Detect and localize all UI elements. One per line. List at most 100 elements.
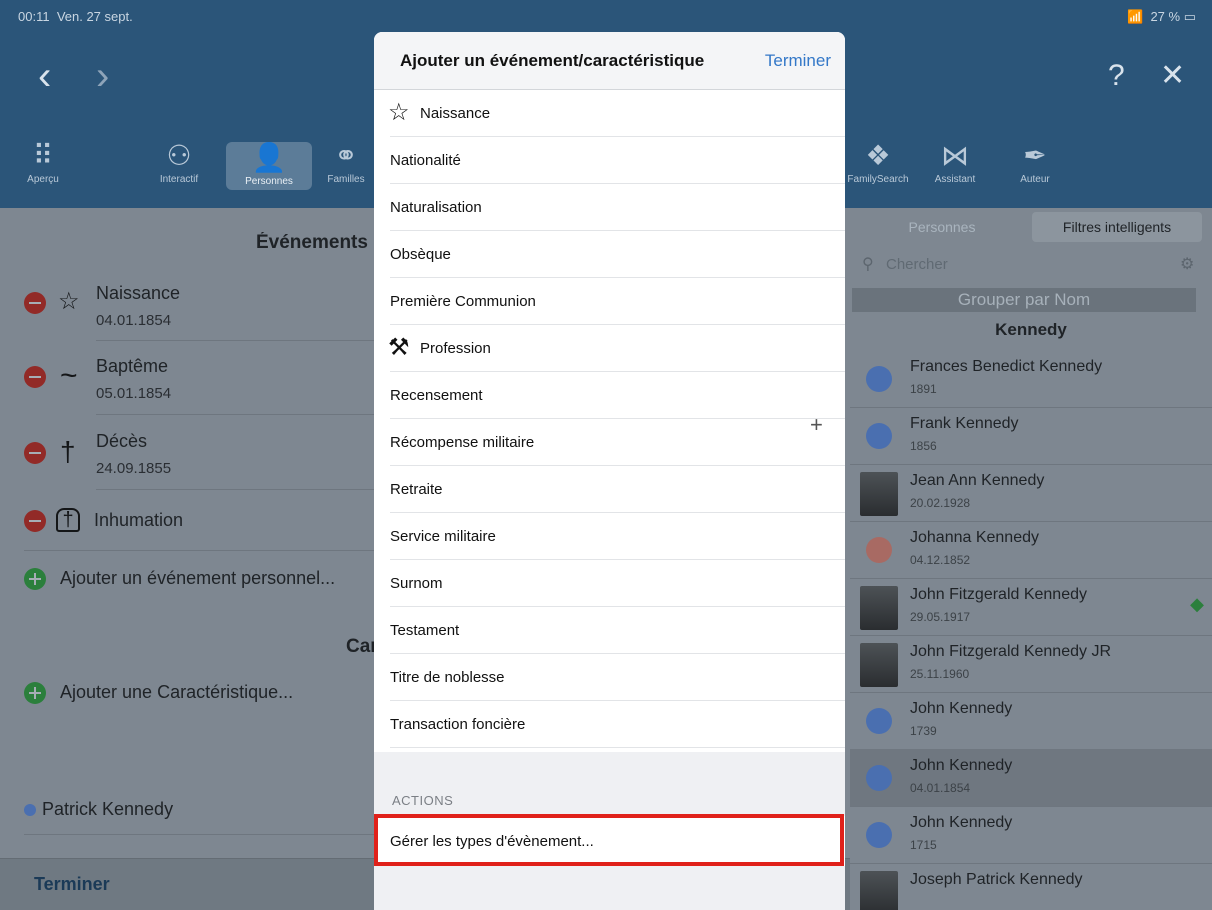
gear-icon[interactable]: ⚙ xyxy=(1180,254,1194,274)
help-button[interactable]: ? xyxy=(1108,58,1125,94)
event-date: 05.01.1854 xyxy=(96,385,172,402)
person-name: Frank Kennedy xyxy=(910,415,1019,432)
avatar xyxy=(866,537,892,563)
person-row[interactable]: John Kennedy 1739 xyxy=(850,692,1212,750)
avatar xyxy=(866,708,892,734)
done-button[interactable]: Terminer xyxy=(34,874,110,895)
person-date: 20.02.1928 xyxy=(910,496,971,510)
add-characteristic-button[interactable]: Ajouter une Caractéristique... xyxy=(60,682,293,703)
toolbar-author[interactable]: ✒ Auteur xyxy=(992,140,1078,185)
event-type-item[interactable]: Obsèque xyxy=(374,231,845,278)
event-type-item[interactable]: Service militaire xyxy=(374,513,845,560)
toolbar-interactive[interactable]: ⚇ Interactif xyxy=(136,140,222,185)
person-name: John Kennedy xyxy=(910,814,1013,831)
person-photo xyxy=(860,472,898,516)
person-row[interactable]: Frank Kennedy 1856 xyxy=(850,407,1212,465)
person-date: 1891 xyxy=(910,382,937,396)
parent-name[interactable]: Patrick Kennedy xyxy=(42,799,173,820)
event-type-item[interactable]: Retraite xyxy=(374,466,845,513)
family-header: Kennedy xyxy=(995,320,1067,339)
event-name[interactable]: Décès xyxy=(96,431,147,452)
grave-icon: † xyxy=(56,508,80,532)
delete-event-button[interactable] xyxy=(24,292,46,314)
person-name: John Kennedy xyxy=(910,700,1013,717)
event-type-item[interactable]: Titre de noblesse xyxy=(374,654,845,701)
event-name[interactable]: Baptême xyxy=(96,356,168,377)
person-row[interactable]: Jean Ann Kennedy 20.02.1928 xyxy=(850,464,1212,522)
divider xyxy=(96,489,374,490)
person-dot-icon xyxy=(24,804,36,816)
add-event-icon[interactable] xyxy=(24,568,46,590)
event-name[interactable]: Naissance xyxy=(96,283,180,304)
toolbar-assistant[interactable]: ⋈ Assistant xyxy=(912,140,998,185)
event-type-item[interactable]: Transaction foncière xyxy=(374,701,845,748)
search-input[interactable]: Chercher xyxy=(886,256,948,273)
forward-button[interactable]: › xyxy=(96,56,109,96)
event-type-item[interactable]: Surnom xyxy=(374,560,845,607)
person-name: Johanna Kennedy xyxy=(910,529,1039,546)
person-row[interactable]: John Fitzgerald Kennedy JR 25.11.1960 xyxy=(850,635,1212,693)
event-type-item[interactable]: Récompense militaire xyxy=(374,419,845,466)
divider xyxy=(24,834,374,835)
chevron-right-icon: › xyxy=(96,54,110,98)
person-row[interactable]: John Fitzgerald Kennedy 29.05.1917 ◆ xyxy=(850,578,1212,636)
person-row[interactable]: John Kennedy 1715 xyxy=(850,806,1212,864)
divider xyxy=(96,340,374,341)
person-photo xyxy=(860,871,898,910)
person-row[interactable]: John Kennedy 04.01.1854 xyxy=(850,749,1212,807)
events-section-title: Événements xyxy=(256,232,368,253)
divider xyxy=(390,747,845,748)
toolbar-persons[interactable]: 👤 Personnes xyxy=(226,142,312,190)
toolbar-familysearch[interactable]: ❖ FamilySearch xyxy=(846,140,910,185)
actions-label: ACTIONS xyxy=(392,793,454,808)
modal-title: Ajouter un événement/caractéristique xyxy=(400,51,705,70)
person-date: 1856 xyxy=(910,439,937,453)
event-type-item[interactable]: Nationalité xyxy=(374,137,845,184)
event-name[interactable]: Inhumation xyxy=(94,510,183,531)
avatar xyxy=(866,765,892,791)
delete-event-button[interactable] xyxy=(24,366,46,388)
event-type-item[interactable]: Première Communion xyxy=(374,278,845,325)
person-name: John Kennedy xyxy=(910,757,1013,774)
close-button[interactable]: ✕ xyxy=(1160,58,1185,94)
bowtie-icon: ⋈ xyxy=(941,140,969,171)
person-name: Frances Benedict Kennedy xyxy=(910,358,1103,375)
person-photo xyxy=(860,643,898,687)
divider xyxy=(24,550,374,551)
search-icon: ⚲ xyxy=(862,256,874,273)
person-icon: 👤 xyxy=(251,142,287,173)
pen-icon: ✒ xyxy=(1023,140,1047,171)
add-characteristic-icon[interactable] xyxy=(24,682,46,704)
add-event-button[interactable]: Ajouter un événement personnel... xyxy=(60,568,335,589)
star-icon: ☆ xyxy=(58,288,80,315)
close-icon: ✕ xyxy=(1160,59,1186,92)
event-type-item[interactable]: ☆ Naissance xyxy=(374,90,845,137)
star-icon: ☆ xyxy=(388,99,410,126)
event-type-item[interactable]: Testament xyxy=(374,607,845,654)
delete-event-button[interactable] xyxy=(24,510,46,532)
delete-event-button[interactable] xyxy=(24,442,46,464)
status-time: 00:11 Ven. 27 sept. xyxy=(18,9,133,24)
modal-done-button[interactable]: Terminer xyxy=(765,51,831,71)
event-type-item[interactable]: ⚒ Profession xyxy=(374,325,845,372)
person-date: 1715 xyxy=(910,838,937,852)
group-header[interactable]: Grouper par Nom xyxy=(852,288,1196,312)
person-row[interactable]: Johanna Kennedy 04.12.1852 xyxy=(850,521,1212,579)
person-row[interactable]: Joseph Patrick Kennedy xyxy=(850,863,1212,910)
person-date: 25.11.1960 xyxy=(910,667,970,681)
tab-persons[interactable]: Personnes xyxy=(852,212,1032,242)
tab-smart-filters[interactable]: Filtres intelligents xyxy=(1032,212,1202,242)
grid-icon: ⠿ xyxy=(32,140,54,171)
event-type-item[interactable]: Recensement xyxy=(374,372,845,419)
toolbar-overview[interactable]: ⠿ Aperçu xyxy=(0,140,86,185)
rings-icon: ⚭ xyxy=(334,140,358,171)
event-type-item[interactable]: Naturalisation xyxy=(374,184,845,231)
person-row[interactable]: Frances Benedict Kennedy 1891 xyxy=(850,350,1212,408)
person-date: 1739 xyxy=(910,724,937,738)
hammer-icon: ⚒ xyxy=(388,334,410,361)
person-photo xyxy=(860,586,898,630)
tag-icon: ◆ xyxy=(1190,594,1204,614)
person-name: John Fitzgerald Kennedy JR xyxy=(910,643,1111,660)
toolbar-families[interactable]: ⚭ Familles xyxy=(318,140,374,185)
back-button[interactable]: ‹ xyxy=(38,56,51,96)
